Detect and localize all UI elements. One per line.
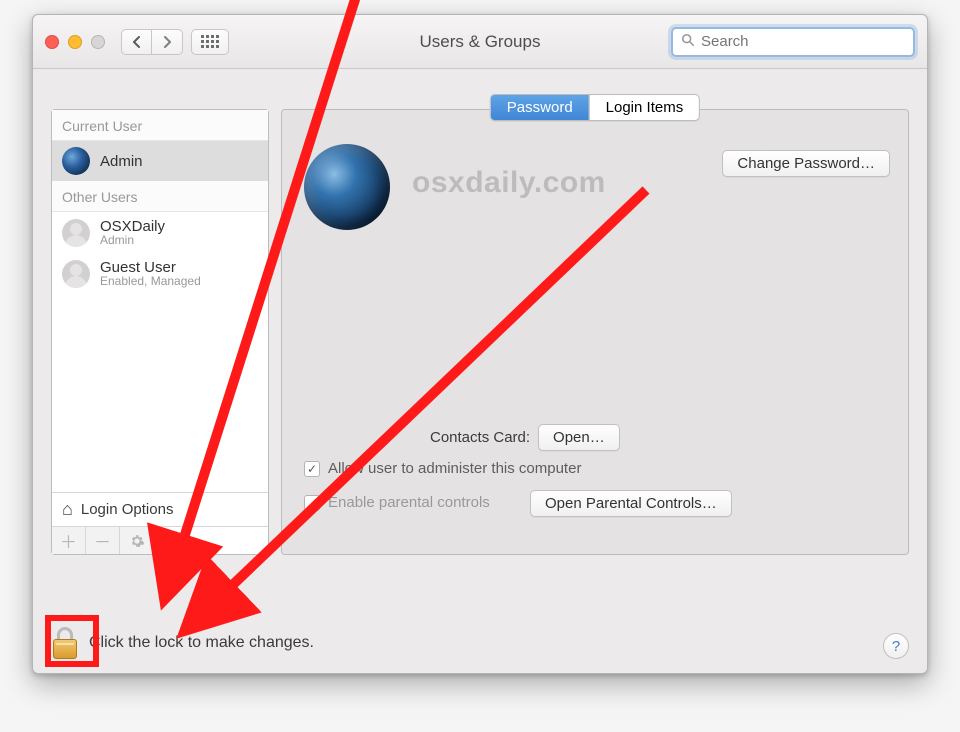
parental-label: Enable parental controls — [328, 494, 490, 511]
user-account-picture[interactable] — [304, 144, 390, 230]
current-user-header: Current User — [52, 110, 268, 141]
allow-admin-label: Allow user to administer this computer — [328, 460, 581, 477]
person-avatar-icon — [62, 260, 90, 288]
open-contacts-button[interactable]: Open… — [538, 424, 620, 451]
globe-avatar-icon — [62, 147, 90, 175]
grid-icon — [201, 35, 219, 48]
annotation-highlight-box — [45, 615, 99, 667]
sidebar-user-guest[interactable]: Guest User Enabled, Managed — [52, 253, 268, 294]
user-detail-panel: Password Login Items osxdaily.com Change… — [281, 109, 909, 555]
user-status: Enabled, Managed — [100, 274, 201, 288]
person-avatar-icon — [62, 219, 90, 247]
minimize-window-button[interactable] — [68, 35, 82, 49]
search-input[interactable] — [701, 33, 905, 50]
tab-bar: Password Login Items — [490, 94, 700, 121]
tab-login-items[interactable]: Login Items — [590, 95, 700, 120]
allow-admin-row[interactable]: ✓ Allow user to administer this computer — [304, 460, 581, 477]
user-options-button[interactable] — [120, 527, 154, 554]
contacts-card-row: Contacts Card: Open… — [430, 424, 620, 451]
watermark-text: osxdaily.com — [412, 166, 606, 200]
user-role: Admin — [100, 233, 165, 247]
show-all-prefs-button[interactable] — [191, 29, 229, 55]
users-sidebar: Current User Admin Other Users OSXDaily … — [51, 109, 269, 555]
parental-checkbox[interactable]: ✓ — [304, 495, 320, 511]
window-controls — [45, 35, 105, 49]
nav-forward-button[interactable] — [152, 30, 182, 54]
change-password-button[interactable]: Change Password… — [722, 150, 890, 177]
allow-admin-checkbox[interactable]: ✓ — [304, 461, 320, 477]
tab-password[interactable]: Password — [491, 95, 590, 120]
search-icon — [681, 33, 695, 51]
titlebar: Users & Groups — [33, 15, 927, 69]
sidebar-user-osxdaily[interactable]: OSXDaily Admin — [52, 212, 268, 253]
login-options-row[interactable]: ⌂ Login Options — [52, 492, 268, 526]
sidebar-user-current[interactable]: Admin — [52, 141, 268, 181]
remove-user-button[interactable]: － — [86, 527, 120, 554]
zoom-window-button[interactable] — [91, 35, 105, 49]
parental-controls-row[interactable]: ✓ Enable parental controls — [304, 494, 490, 511]
open-parental-controls-button[interactable]: Open Parental Controls… — [530, 490, 732, 517]
gear-icon — [129, 533, 145, 549]
preferences-window: Users & Groups Current User Admin Other … — [32, 14, 928, 674]
window-body: Current User Admin Other Users OSXDaily … — [33, 69, 927, 673]
nav-back-forward — [121, 29, 183, 55]
sidebar-action-bar: ＋ － — [52, 526, 268, 554]
help-button[interactable]: ? — [883, 633, 909, 659]
login-options-label: Login Options — [81, 501, 174, 518]
nav-back-button[interactable] — [122, 30, 152, 54]
add-user-button[interactable]: ＋ — [52, 527, 86, 554]
current-user-name: Admin — [100, 153, 143, 170]
close-window-button[interactable] — [45, 35, 59, 49]
contacts-card-label: Contacts Card: — [430, 429, 530, 446]
search-field-wrap[interactable] — [671, 27, 915, 57]
house-icon: ⌂ — [62, 499, 73, 520]
lock-text: Click the lock to make changes. — [89, 634, 314, 652]
other-users-header: Other Users — [52, 181, 268, 212]
